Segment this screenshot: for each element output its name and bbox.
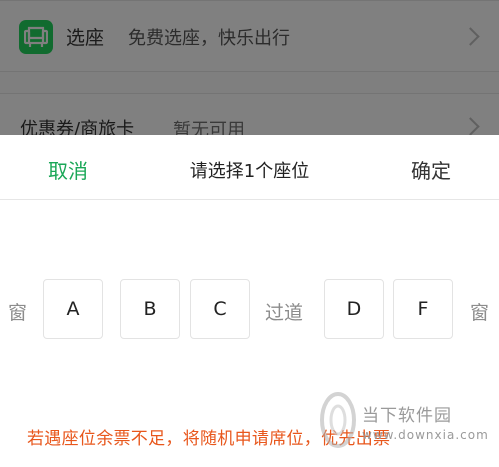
window-label-left: 窗	[8, 302, 28, 324]
background-overlay: 选座 免费选座，快乐出行 优惠券/商旅卡 暂无可用	[0, 0, 499, 155]
watermark-url: www.downxia.com	[362, 428, 489, 442]
sheet-header: 取消 请选择1个座位 确定	[0, 135, 499, 200]
seat-button-f[interactable]: F	[393, 279, 453, 339]
seat-row-subtitle: 免费选座，快乐出行	[128, 28, 290, 49]
seat-button-b[interactable]: B	[120, 279, 180, 339]
sofa-icon	[19, 20, 53, 54]
chevron-right-icon	[461, 117, 480, 136]
seat-selection-row: 选座 免费选座，快乐出行	[0, 0, 499, 72]
aisle-label: 过道	[265, 302, 304, 324]
seat-row-title: 选座	[66, 27, 105, 49]
chevron-right-icon	[461, 27, 480, 46]
confirm-button[interactable]: 确定	[411, 155, 451, 184]
watermark-text: 当下软件园	[362, 406, 452, 426]
cancel-button[interactable]: 取消	[48, 155, 88, 184]
seat-button-a[interactable]: A	[43, 279, 103, 339]
seat-button-c[interactable]: C	[190, 279, 250, 339]
seat-button-d[interactable]: D	[324, 279, 384, 339]
window-label-right: 窗	[470, 302, 490, 324]
